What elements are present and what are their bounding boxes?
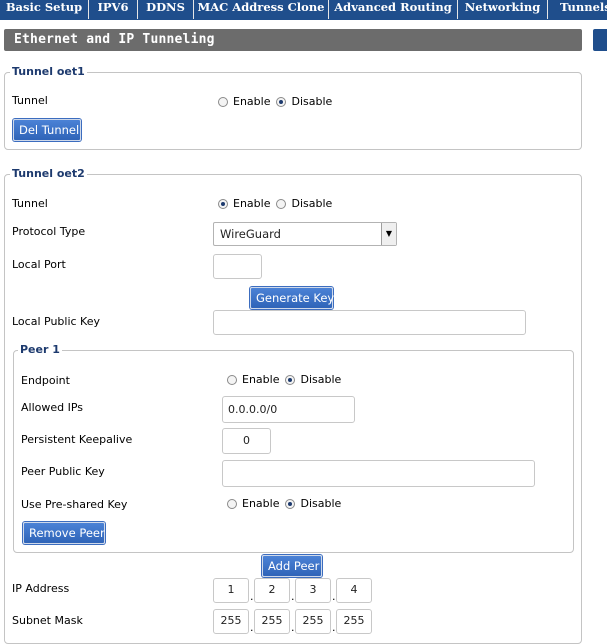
- tab-ddns[interactable]: DDNS: [138, 0, 194, 19]
- mask-dot-3: .: [332, 621, 336, 634]
- mask-octet-1-input[interactable]: 255: [213, 609, 249, 634]
- tunnel2-label: Tunnel: [12, 197, 48, 210]
- generate-key-button[interactable]: Generate Key: [250, 287, 334, 309]
- protocol-type-label: Protocol Type: [12, 225, 86, 238]
- psk-disable-label: Disable: [300, 497, 342, 510]
- use-preshared-key-label: Use Pre-shared Key: [21, 498, 128, 511]
- ip-octet-3-input[interactable]: 3: [295, 578, 331, 603]
- ip-octet-4-input[interactable]: 4: [336, 578, 372, 603]
- endpoint-radio-group: Enable Disable: [227, 373, 347, 387]
- mask-dot-1: .: [250, 621, 254, 634]
- ip-octet-1-input[interactable]: 1: [213, 578, 249, 603]
- mask-octet-3-input[interactable]: 255: [295, 609, 331, 634]
- psk-enable-label: Enable: [242, 497, 280, 510]
- tunnel1-disable-label: Disable: [291, 95, 333, 108]
- protocol-type-select[interactable]: WireGuard ▼: [213, 222, 397, 246]
- tab-networking[interactable]: Networking: [458, 0, 548, 19]
- tunnel-oet2-legend: Tunnel oet2: [10, 167, 87, 181]
- tunnel1-disable-radio[interactable]: [276, 97, 287, 107]
- tunnel2-enable-radio[interactable]: [218, 199, 228, 209]
- tunnel1-label: Tunnel: [12, 94, 48, 107]
- tab-mac-address-clone[interactable]: MAC Address Clone: [194, 0, 329, 19]
- psk-enable-radio[interactable]: [227, 499, 237, 509]
- peer1-legend: Peer 1: [18, 343, 62, 357]
- section-title: Ethernet and IP Tunneling: [4, 29, 582, 51]
- top-tab-bar: Basic Setup IPV6 DDNS MAC Address Clone …: [0, 0, 607, 20]
- ip-dot-3: .: [332, 590, 336, 603]
- endpoint-disable-label: Disable: [300, 373, 342, 386]
- local-port-input[interactable]: [213, 254, 262, 279]
- tunnel2-radio-group: Enable Disable: [218, 197, 338, 211]
- side-panel-edge: [593, 29, 607, 51]
- local-public-key-label: Local Public Key: [12, 315, 100, 328]
- endpoint-disable-radio[interactable]: [285, 375, 296, 385]
- tunnel-oet1-legend: Tunnel oet1: [10, 65, 87, 79]
- tunnel-oet1-fieldset: [4, 72, 582, 150]
- mask-octet-2-input[interactable]: 255: [254, 609, 290, 634]
- protocol-type-value: WireGuard: [220, 227, 281, 241]
- persistent-keepalive-input[interactable]: 0: [222, 428, 271, 454]
- ip-address-label: IP Address: [12, 582, 70, 595]
- chevron-down-icon[interactable]: ▼: [381, 223, 396, 245]
- subnet-mask-label: Subnet Mask: [12, 614, 83, 627]
- del-tunnel-button[interactable]: Del Tunnel: [13, 119, 81, 141]
- persistent-keepalive-label: Persistent Keepalive: [21, 433, 133, 446]
- tunnel1-enable-radio[interactable]: [218, 97, 228, 107]
- ip-dot-2: .: [291, 590, 295, 603]
- tunnel2-enable-label: Enable: [233, 197, 271, 210]
- peer-public-key-label: Peer Public Key: [21, 465, 105, 478]
- tab-advanced-routing[interactable]: Advanced Routing: [329, 0, 458, 19]
- tunnel1-enable-label: Enable: [233, 95, 271, 108]
- allowed-ips-label: Allowed IPs: [21, 401, 84, 414]
- allowed-ips-input[interactable]: 0.0.0.0/0: [222, 396, 355, 423]
- add-peer-button[interactable]: Add Peer: [262, 555, 322, 577]
- tab-basic-setup[interactable]: Basic Setup: [0, 0, 89, 19]
- endpoint-enable-radio[interactable]: [227, 375, 237, 385]
- preshared-key-radio-group: Enable Disable: [227, 497, 347, 511]
- tab-tunnels[interactable]: Tunnels: [548, 0, 607, 19]
- tunnel1-radio-group: Enable Disable: [218, 95, 338, 109]
- remove-peer-button[interactable]: Remove Peer: [23, 522, 105, 544]
- tunnel2-disable-label: Disable: [291, 197, 333, 210]
- psk-disable-radio[interactable]: [285, 499, 296, 509]
- mask-dot-2: .: [291, 621, 295, 634]
- peer-public-key-input[interactable]: [222, 460, 535, 487]
- local-public-key-input[interactable]: [213, 310, 526, 335]
- endpoint-label: Endpoint: [21, 374, 70, 387]
- tunnel2-disable-radio[interactable]: [276, 199, 287, 209]
- ip-octet-2-input[interactable]: 2: [254, 578, 290, 603]
- local-port-label: Local Port: [12, 258, 66, 271]
- ip-dot-1: .: [250, 590, 254, 603]
- tab-ipv6[interactable]: IPV6: [89, 0, 138, 19]
- mask-octet-4-input[interactable]: 255: [336, 609, 372, 634]
- endpoint-enable-label: Enable: [242, 373, 280, 386]
